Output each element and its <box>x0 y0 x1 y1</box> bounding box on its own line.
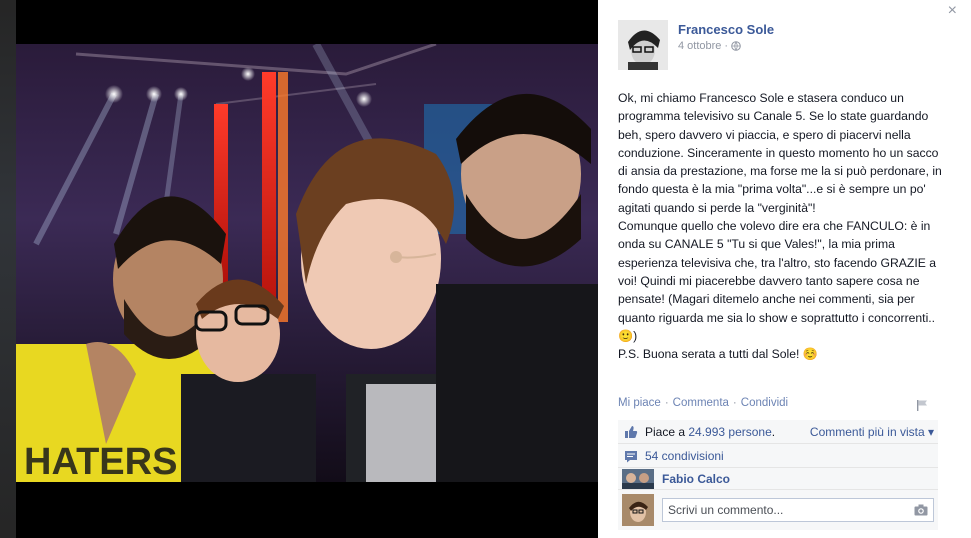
commenter-name-link[interactable]: Fabio Calco <box>662 472 730 486</box>
likes-row: Piace a 24.993 persone. Commenti più in … <box>618 420 938 444</box>
action-separator: · <box>732 397 737 409</box>
action-separator: · <box>664 397 669 409</box>
viewer-avatar <box>622 494 654 526</box>
post-paragraph: P.S. Buona serata a tutti dal Sole! ☺️ <box>618 347 818 362</box>
feedback-box: Piace a 24.993 persone. Commenti più in … <box>618 420 938 530</box>
post-author: Francesco Sole 4 ottobre · <box>618 20 774 70</box>
comment-composer <box>618 490 938 530</box>
svg-text:HATERS: HATERS <box>24 441 177 482</box>
comment-item: Fabio Calco <box>618 468 938 490</box>
post-paragraph: Comunque quello che volevo dire era che … <box>618 219 936 343</box>
share-link[interactable]: Condividi <box>741 397 788 409</box>
comment-input-wrap <box>662 498 934 522</box>
post-actions: Mi piace · Commenta · Condividi <box>618 397 938 409</box>
selfie-image: HATERS <box>16 44 598 482</box>
globe-icon[interactable] <box>731 41 741 51</box>
share-icon <box>625 450 637 462</box>
camera-icon[interactable] <box>914 504 928 516</box>
author-name-link[interactable]: Francesco Sole <box>678 22 774 37</box>
likes-prefix: Piace a <box>645 424 686 439</box>
flag-icon[interactable] <box>916 399 928 411</box>
post-message: Ok, mi chiamo Francesco Sole e stasera c… <box>618 89 948 363</box>
close-icon[interactable]: × <box>948 3 957 19</box>
comment-link[interactable]: Commenta <box>673 397 729 409</box>
top-comments-dropdown[interactable]: Commenti più in vista ▾ <box>810 425 934 439</box>
author-info: Francesco Sole 4 ottobre · <box>678 22 774 70</box>
post-meta: 4 ottobre · <box>678 40 774 52</box>
post-panel: × Francesco Sole 4 ottobre · Ok, mi chia… <box>598 0 971 538</box>
likes-suffix: . <box>771 424 776 439</box>
shares-row: 54 condivisioni <box>618 444 938 468</box>
commenter-avatar[interactable] <box>622 468 654 489</box>
like-link[interactable]: Mi piace <box>618 397 661 409</box>
thumbs-up-icon <box>625 425 638 438</box>
author-avatar[interactable] <box>618 20 668 70</box>
shares-link[interactable]: 54 condivisioni <box>645 449 724 463</box>
meta-separator: · <box>724 40 729 52</box>
post-photo[interactable]: HATERS <box>16 44 598 482</box>
comment-input[interactable] <box>662 498 934 522</box>
likes-count-link[interactable]: 24.993 persone <box>688 425 771 439</box>
backdrop-edge <box>0 0 16 538</box>
photo-stage[interactable]: HATERS <box>16 0 598 538</box>
post-date-link[interactable]: 4 ottobre <box>678 40 721 52</box>
post-paragraph: Ok, mi chiamo Francesco Sole e stasera c… <box>618 91 942 215</box>
